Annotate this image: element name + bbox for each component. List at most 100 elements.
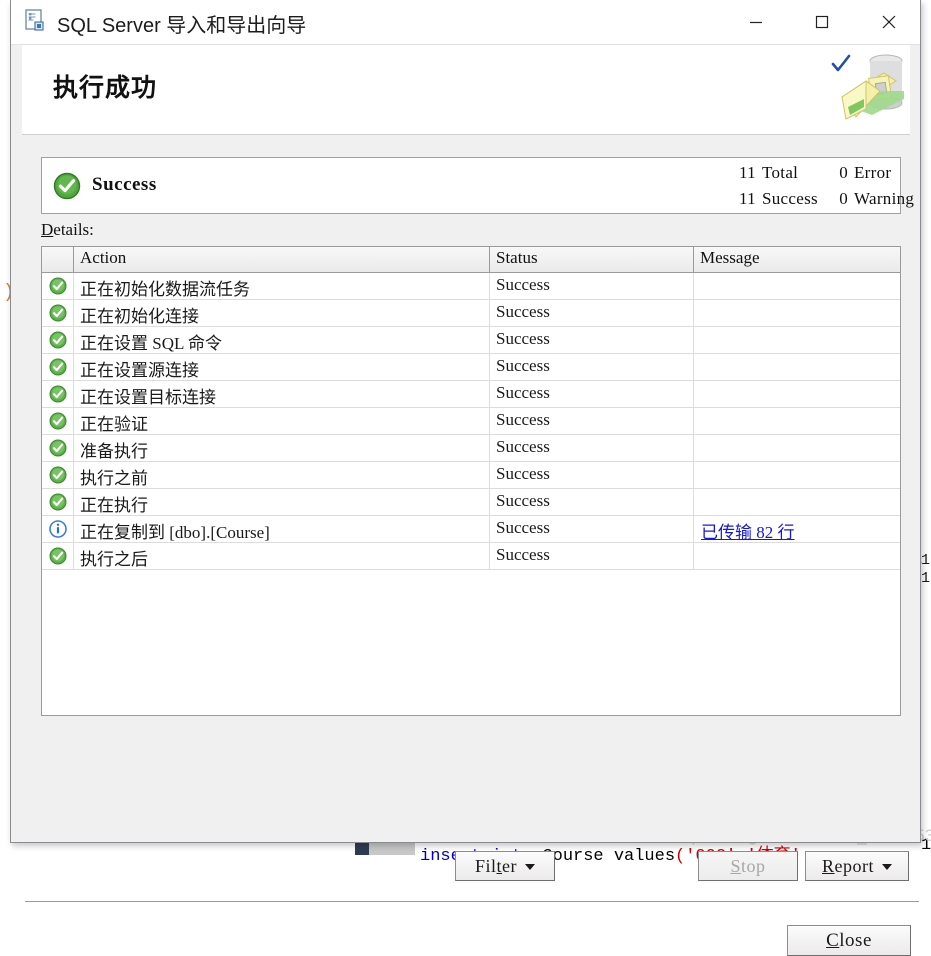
cell-message bbox=[694, 435, 900, 461]
background-right-fragment-1: 1 bbox=[921, 552, 931, 569]
stop-button[interactable]: Stop bbox=[698, 851, 798, 881]
summary-label: Success bbox=[92, 174, 157, 195]
cell-action: 执行之后 bbox=[74, 543, 490, 569]
close-button[interactable]: Close bbox=[787, 925, 911, 956]
cell-action: 执行之前 bbox=[74, 462, 490, 488]
close-icon[interactable] bbox=[865, 0, 912, 44]
report-button[interactable]: Report bbox=[805, 851, 909, 881]
success-green-check-icon bbox=[53, 172, 81, 200]
grid-header-icon-col[interactable] bbox=[42, 247, 74, 272]
cell-action: 正在初始化数据流任务 bbox=[74, 273, 490, 299]
cell-message bbox=[694, 543, 900, 569]
cell-action: 正在设置源连接 bbox=[74, 354, 490, 380]
grid-header-row: Action Status Message bbox=[42, 247, 900, 273]
success-icon bbox=[42, 381, 74, 407]
success-icon bbox=[42, 462, 74, 488]
table-row[interactable]: 执行之后 Success bbox=[42, 543, 900, 570]
success-icon bbox=[42, 354, 74, 380]
page-title: 执行成功 bbox=[53, 74, 158, 102]
window-title: SQL Server 导入和导出向导 bbox=[57, 15, 307, 37]
summary-panel: Success 11 Total 0 Error 11 Success 0 Wa… bbox=[41, 157, 914, 214]
cell-status: Success bbox=[490, 489, 694, 515]
warning-count: 0 bbox=[839, 189, 848, 208]
cell-status: Success bbox=[490, 327, 694, 353]
table-row[interactable]: 准备执行 Success bbox=[42, 435, 900, 462]
details-rest: etails: bbox=[53, 220, 94, 239]
minimize-icon[interactable] bbox=[732, 0, 779, 44]
cell-message bbox=[694, 273, 900, 299]
footer-separator bbox=[25, 901, 919, 902]
table-row[interactable]: 正在设置目标连接 Success bbox=[42, 381, 900, 408]
info-icon bbox=[42, 516, 74, 542]
details-accel: D bbox=[41, 220, 54, 239]
wizard-document-icon bbox=[23, 8, 49, 34]
cell-message bbox=[694, 327, 900, 353]
total-label: Total bbox=[762, 163, 799, 182]
cell-action: 正在验证 bbox=[74, 408, 490, 434]
stop-label: Stop bbox=[730, 856, 766, 876]
rows-transferred-link[interactable]: 已传输 82 行 bbox=[701, 523, 795, 542]
title-bar: SQL Server 导入和导出向导 bbox=[11, 0, 920, 45]
background-right-fragment-2: 1 bbox=[921, 570, 931, 587]
close-label: Close bbox=[826, 930, 872, 951]
cell-action: 准备执行 bbox=[74, 435, 490, 461]
cell-action: 正在执行 bbox=[74, 489, 490, 515]
cell-status: Success bbox=[490, 381, 694, 407]
import-export-wizard-art bbox=[830, 45, 910, 134]
cell-message bbox=[694, 489, 900, 515]
table-row[interactable]: 正在初始化数据流任务 Success bbox=[42, 273, 900, 300]
table-row[interactable]: 正在设置源连接 Success bbox=[42, 354, 900, 381]
error-count: 0 bbox=[839, 163, 848, 182]
chevron-down-icon bbox=[882, 864, 892, 870]
success-label: Success bbox=[762, 189, 818, 208]
table-row[interactable]: 正在复制到 [dbo].[Course] Success 已传输 82 行 bbox=[42, 516, 900, 543]
cell-message bbox=[694, 300, 900, 326]
grid-header-message[interactable]: Message bbox=[694, 247, 900, 272]
cell-message bbox=[694, 354, 900, 380]
cell-action: 正在初始化连接 bbox=[74, 300, 490, 326]
table-row[interactable]: 正在设置 SQL 命令 Success bbox=[42, 327, 900, 354]
cell-action: 正在设置 SQL 命令 bbox=[74, 327, 490, 353]
filter-button[interactable]: Filter bbox=[455, 851, 555, 881]
details-grid[interactable]: Action Status Message 正在初始化数据流任务 Success 正… bbox=[41, 246, 901, 716]
wizard-header-panel: 执行成功 bbox=[22, 45, 910, 135]
success-icon bbox=[42, 273, 74, 299]
success-icon bbox=[42, 408, 74, 434]
cell-message bbox=[694, 408, 900, 434]
filter-label: Filter bbox=[474, 856, 517, 876]
cell-message bbox=[694, 381, 900, 407]
table-row[interactable]: 正在验证 Success bbox=[42, 408, 900, 435]
success-icon bbox=[42, 300, 74, 326]
success-icon bbox=[42, 543, 74, 569]
report-label: Report bbox=[822, 856, 874, 876]
cell-status: Success bbox=[490, 516, 694, 542]
grid-header-action[interactable]: Action bbox=[74, 247, 490, 272]
dialog-body: Success 11 Total 0 Error 11 Success 0 Wa… bbox=[11, 136, 920, 956]
total-count: 11 bbox=[739, 163, 756, 182]
cell-status: Success bbox=[490, 543, 694, 569]
cell-status: Success bbox=[490, 273, 694, 299]
grid-body: 正在初始化数据流任务 Success 正在初始化连接 Success 正在设置 SQL … bbox=[42, 273, 900, 570]
success-icon bbox=[42, 489, 74, 515]
success-icon bbox=[42, 327, 74, 353]
success-count: 11 bbox=[739, 189, 756, 208]
cell-status: Success bbox=[490, 408, 694, 434]
error-label: Error bbox=[854, 163, 892, 182]
grid-header-status[interactable]: Status bbox=[490, 247, 694, 272]
cell-action: 正在设置目标连接 bbox=[74, 381, 490, 407]
table-row[interactable]: 正在初始化连接 Success bbox=[42, 300, 900, 327]
cell-message[interactable]: 已传输 82 行 bbox=[694, 516, 900, 542]
sql-paren: ( bbox=[675, 847, 686, 866]
chevron-down-icon bbox=[525, 864, 535, 870]
details-label: Details: bbox=[41, 220, 94, 240]
cell-status: Success bbox=[490, 300, 694, 326]
success-icon bbox=[42, 435, 74, 461]
table-row[interactable]: 执行之前 Success bbox=[42, 462, 900, 489]
maximize-icon[interactable] bbox=[798, 0, 845, 44]
cell-action: 正在复制到 [dbo].[Course] bbox=[74, 516, 490, 542]
warning-label: Warning bbox=[854, 189, 915, 208]
cell-status: Success bbox=[490, 435, 694, 461]
cell-message bbox=[694, 462, 900, 488]
cell-status: Success bbox=[490, 354, 694, 380]
table-row[interactable]: 正在执行 Success bbox=[42, 489, 900, 516]
